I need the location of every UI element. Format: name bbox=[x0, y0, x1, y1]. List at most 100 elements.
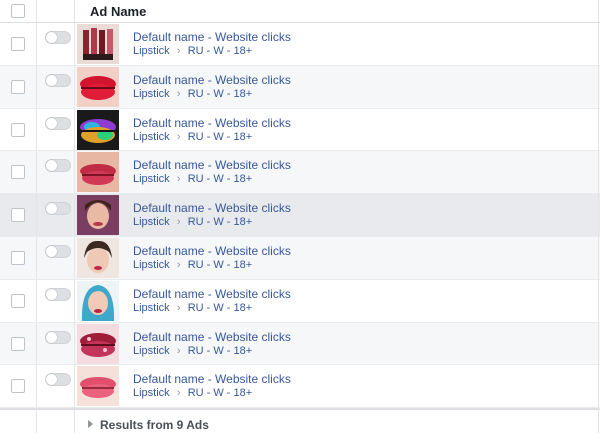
row-checkbox[interactable] bbox=[11, 293, 25, 308]
ad-thumbnail[interactable] bbox=[77, 280, 119, 321]
campaign-link[interactable]: Lipstick bbox=[133, 45, 170, 57]
ad-hierarchy: Lipstick › RU - W - 18+ bbox=[133, 131, 252, 143]
right-divider bbox=[598, 0, 599, 433]
table-row[interactable]: Default name - Website clicks Lipstick › RU… bbox=[0, 23, 600, 66]
results-summary[interactable]: Results from 9 Ads bbox=[100, 418, 209, 432]
row-toggle-cell bbox=[37, 194, 75, 236]
table-row[interactable]: Default name - Website clicks Lipstick › RU… bbox=[0, 151, 600, 195]
ad-name-link[interactable]: Default name - Website clicks bbox=[133, 201, 291, 215]
ad-hierarchy: Lipstick › RU - W - 18+ bbox=[133, 88, 252, 100]
row-checkbox[interactable] bbox=[11, 165, 25, 180]
toggle-knob bbox=[46, 288, 57, 300]
table-row[interactable]: Default name - Website clicks Lipstick › RU… bbox=[0, 365, 600, 409]
adset-link[interactable]: RU - W - 18+ bbox=[188, 45, 252, 57]
row-checkbox-cell bbox=[0, 108, 37, 151]
ad-thumbnail[interactable] bbox=[77, 152, 119, 193]
ad-thumbnail[interactable] bbox=[77, 195, 119, 236]
chevron-right-icon: › bbox=[176, 45, 181, 57]
ad-status-toggle[interactable] bbox=[45, 31, 71, 44]
ad-status-toggle[interactable] bbox=[45, 330, 71, 344]
row-toggle-cell bbox=[37, 65, 75, 108]
ads-table: Ad Name Default name - Website clicks Lip… bbox=[0, 0, 600, 409]
row-checkbox[interactable] bbox=[11, 208, 25, 223]
adset-link[interactable]: RU - W - 18+ bbox=[188, 88, 252, 100]
campaign-link[interactable]: Lipstick bbox=[133, 387, 170, 399]
table-row[interactable]: Default name - Website clicks Lipstick › RU… bbox=[0, 108, 600, 152]
table-row[interactable]: Default name - Website clicks Lipstick › RU… bbox=[0, 65, 600, 109]
ad-thumbnail[interactable] bbox=[77, 66, 119, 107]
row-checkbox[interactable] bbox=[11, 79, 25, 94]
ad-thumbnail[interactable] bbox=[77, 24, 119, 64]
header-toggle-cell bbox=[37, 0, 75, 23]
adset-link[interactable]: RU - W - 18+ bbox=[188, 387, 252, 399]
campaign-link[interactable]: Lipstick bbox=[133, 88, 170, 100]
ad-hierarchy: Lipstick › RU - W - 18+ bbox=[133, 259, 252, 271]
adset-link[interactable]: RU - W - 18+ bbox=[188, 131, 252, 143]
adset-link[interactable]: RU - W - 18+ bbox=[188, 173, 252, 185]
ad-status-toggle[interactable] bbox=[45, 202, 71, 216]
campaign-link[interactable]: Lipstick bbox=[133, 259, 170, 271]
ad-name-link[interactable]: Default name - Website clicks bbox=[133, 30, 291, 44]
campaign-link[interactable]: Lipstick bbox=[133, 216, 170, 228]
ad-status-toggle[interactable] bbox=[45, 73, 71, 87]
row-checkbox[interactable] bbox=[11, 250, 25, 265]
ad-status-toggle[interactable] bbox=[45, 373, 71, 387]
ad-status-toggle[interactable] bbox=[45, 116, 71, 130]
table-row[interactable]: Default name - Website clicks Lipstick › RU… bbox=[0, 279, 600, 323]
adset-link[interactable]: RU - W - 18+ bbox=[188, 259, 252, 271]
chevron-right-icon: › bbox=[176, 387, 181, 400]
ad-name-link[interactable]: Default name - Website clicks bbox=[133, 73, 291, 87]
column-header-ad-name[interactable]: Ad Name bbox=[90, 4, 146, 19]
ad-name-link[interactable]: Default name - Website clicks bbox=[133, 287, 291, 301]
campaign-link[interactable]: Lipstick bbox=[133, 173, 170, 185]
ad-name-link[interactable]: Default name - Website clicks bbox=[133, 330, 291, 344]
toggle-knob bbox=[46, 117, 57, 129]
ad-thumbnail[interactable] bbox=[77, 323, 119, 364]
ad-thumbnail[interactable] bbox=[77, 366, 119, 407]
ad-hierarchy: Lipstick › RU - W - 18+ bbox=[133, 173, 252, 185]
row-checkbox[interactable] bbox=[11, 379, 25, 394]
ad-hierarchy: Lipstick › RU - W - 18+ bbox=[133, 216, 252, 228]
table-row[interactable]: Default name - Website clicks Lipstick › RU… bbox=[0, 322, 600, 366]
campaign-link[interactable]: Lipstick bbox=[133, 131, 170, 143]
ad-hierarchy: Lipstick › RU - W - 18+ bbox=[133, 45, 252, 57]
adset-link[interactable]: RU - W - 18+ bbox=[188, 216, 252, 228]
row-checkbox-cell bbox=[0, 194, 37, 236]
campaign-link[interactable]: Lipstick bbox=[133, 302, 170, 314]
row-checkbox-cell bbox=[0, 151, 37, 194]
ad-name-link[interactable]: Default name - Website clicks bbox=[133, 372, 291, 386]
chevron-right-icon: › bbox=[176, 258, 181, 271]
ad-hierarchy: Lipstick › RU - W - 18+ bbox=[133, 387, 252, 399]
toggle-knob bbox=[46, 331, 57, 343]
ad-name-link[interactable]: Default name - Website clicks bbox=[133, 116, 291, 130]
expand-triangle-icon[interactable] bbox=[88, 420, 93, 428]
row-checkbox[interactable] bbox=[11, 122, 25, 137]
select-all-checkbox[interactable] bbox=[11, 4, 25, 18]
ad-hierarchy: Lipstick › RU - W - 18+ bbox=[133, 345, 252, 357]
ad-status-toggle[interactable] bbox=[45, 287, 71, 301]
chevron-right-icon: › bbox=[176, 130, 181, 143]
footer-check-cell bbox=[0, 410, 37, 433]
row-toggle-cell bbox=[37, 279, 75, 322]
table-row[interactable]: Default name - Website clicks Lipstick › RU… bbox=[0, 236, 600, 280]
ad-name-link[interactable]: Default name - Website clicks bbox=[133, 158, 291, 172]
ad-status-toggle[interactable] bbox=[45, 159, 71, 173]
toggle-knob bbox=[46, 374, 57, 386]
ad-hierarchy: Lipstick › RU - W - 18+ bbox=[133, 302, 252, 314]
campaign-link[interactable]: Lipstick bbox=[133, 345, 170, 357]
row-checkbox[interactable] bbox=[11, 37, 25, 51]
ad-name-link[interactable]: Default name - Website clicks bbox=[133, 244, 291, 258]
row-toggle-cell bbox=[37, 23, 75, 65]
row-checkbox[interactable] bbox=[11, 336, 25, 351]
toggle-knob bbox=[46, 32, 57, 43]
table-row[interactable]: Default name - Website clicks Lipstick › RU… bbox=[0, 194, 600, 237]
ad-thumbnail[interactable] bbox=[77, 237, 119, 278]
ad-status-toggle[interactable] bbox=[45, 244, 71, 258]
adset-link[interactable]: RU - W - 18+ bbox=[188, 345, 252, 357]
chevron-right-icon: › bbox=[176, 173, 181, 186]
ad-thumbnail[interactable] bbox=[77, 109, 119, 150]
adset-link[interactable]: RU - W - 18+ bbox=[188, 302, 252, 314]
toggle-knob bbox=[46, 74, 57, 86]
footer-toggle-cell bbox=[37, 410, 75, 433]
toggle-knob bbox=[46, 203, 57, 215]
